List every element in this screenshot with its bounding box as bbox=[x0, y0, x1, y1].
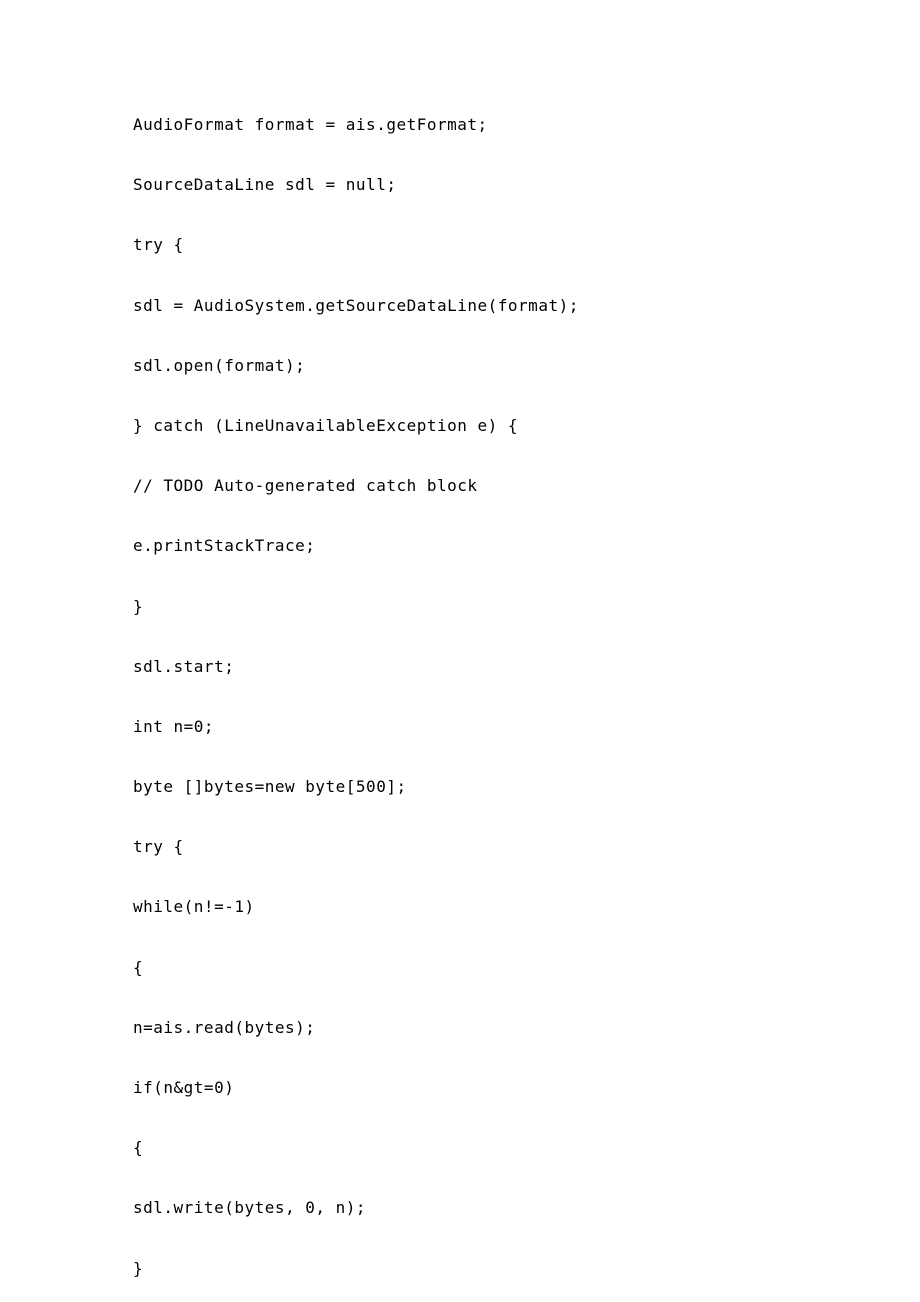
code-line: while(n!=-1) bbox=[133, 897, 920, 916]
code-line: byte []bytes=new byte[500]; bbox=[133, 777, 920, 796]
code-line: sdl.start; bbox=[133, 657, 920, 676]
code-line: e.printStackTrace; bbox=[133, 536, 920, 555]
code-line: { bbox=[133, 1138, 920, 1157]
code-line: n=ais.read(bytes); bbox=[133, 1018, 920, 1037]
code-line: try { bbox=[133, 837, 920, 856]
code-line: } bbox=[133, 597, 920, 616]
code-line: sdl = AudioSystem.getSourceDataLine(form… bbox=[133, 296, 920, 315]
code-line: } bbox=[133, 1259, 920, 1278]
code-line: // TODO Auto-generated catch block bbox=[133, 476, 920, 495]
code-line: int n=0; bbox=[133, 717, 920, 736]
code-line: if(n&gt=0) bbox=[133, 1078, 920, 1097]
code-line: sdl.write(bytes, 0, n); bbox=[133, 1198, 920, 1217]
code-line: try { bbox=[133, 235, 920, 254]
code-line: { bbox=[133, 958, 920, 977]
code-document: AudioFormat format = ais.getFormat; Sour… bbox=[0, 0, 920, 1278]
code-line: } catch (LineUnavailableException e) { bbox=[133, 416, 920, 435]
code-line: sdl.open(format); bbox=[133, 356, 920, 375]
code-line: AudioFormat format = ais.getFormat; bbox=[133, 115, 920, 134]
code-line: SourceDataLine sdl = null; bbox=[133, 175, 920, 194]
